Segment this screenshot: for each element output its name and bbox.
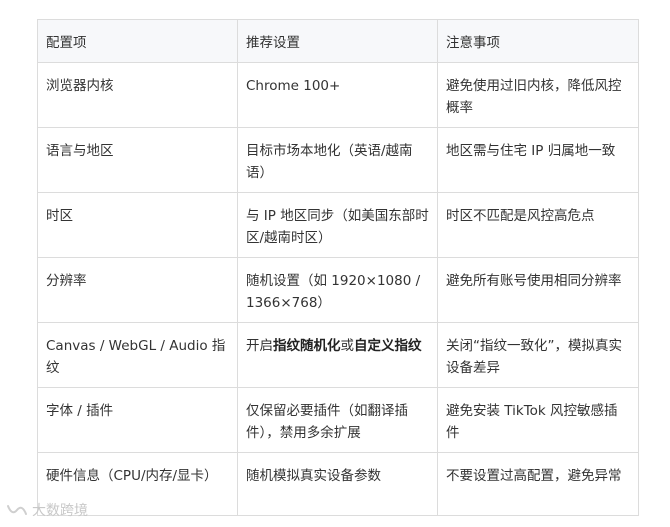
table-row: Canvas / WebGL / Audio 指纹 开启指纹随机化或自定义指纹 … [37, 322, 639, 388]
cell-setting: 随机设置（如 1920×1080 / 1366×768） [237, 257, 438, 323]
cell-setting: 与 IP 地区同步（如美国东部时区/越南时区） [237, 192, 438, 258]
cell-setting: 仅保留必要插件（如翻译插件），禁用多余扩展 [237, 387, 438, 453]
cell-item: 时区 [37, 192, 238, 258]
table-row: 硬件信息（CPU/内存/显卡） 随机模拟真实设备参数 不要设置过高配置，避免异常 [37, 452, 639, 516]
config-table-container: 配置项 推荐设置 注意事项 浏览器内核 Chrome 100+ 避免使用过旧内核… [37, 19, 639, 516]
cell-item: 语言与地区 [37, 127, 238, 193]
setting-bold-text: 自定义指纹 [354, 338, 422, 354]
cell-item: Canvas / WebGL / Audio 指纹 [37, 322, 238, 388]
cell-note: 时区不匹配是风控高危点 [437, 192, 639, 258]
brand-logo-icon [7, 505, 27, 515]
cell-setting: 随机模拟真实设备参数 [237, 452, 438, 516]
cell-setting: 目标市场本地化（英语/越南语） [237, 127, 438, 193]
cell-setting: 开启指纹随机化或自定义指纹 [237, 322, 438, 388]
cell-note: 避免安装 TikTok 风控敏感插件 [437, 387, 639, 453]
header-note: 注意事项 [437, 19, 639, 63]
cell-note: 避免使用过旧内核，降低风控概率 [437, 62, 639, 128]
watermark-text: 大数跨境 [32, 503, 88, 519]
setting-text: 或 [340, 338, 355, 354]
table-row: 语言与地区 目标市场本地化（英语/越南语） 地区需与住宅 IP 归属地一致 [37, 127, 639, 193]
cell-item: 字体 / 插件 [37, 387, 238, 453]
cell-note: 避免所有账号使用相同分辨率 [437, 257, 639, 323]
cell-setting: Chrome 100+ [237, 62, 438, 128]
table-row: 浏览器内核 Chrome 100+ 避免使用过旧内核，降低风控概率 [37, 62, 639, 128]
cell-item: 分辨率 [37, 257, 238, 323]
table-row: 分辨率 随机设置（如 1920×1080 / 1366×768） 避免所有账号使… [37, 257, 639, 323]
table-row: 字体 / 插件 仅保留必要插件（如翻译插件），禁用多余扩展 避免安装 TikTo… [37, 387, 639, 453]
cell-note: 关闭“指纹一致化”，模拟真实设备差异 [437, 322, 639, 388]
table-header-row: 配置项 推荐设置 注意事项 [37, 19, 639, 63]
cell-note: 不要设置过高配置，避免异常 [437, 452, 639, 516]
header-item: 配置项 [37, 19, 238, 63]
config-table: 配置项 推荐设置 注意事项 浏览器内核 Chrome 100+ 避免使用过旧内核… [37, 19, 639, 516]
setting-text: 开启 [246, 338, 273, 354]
cell-item: 浏览器内核 [37, 62, 238, 128]
header-setting: 推荐设置 [237, 19, 438, 63]
cell-note: 地区需与住宅 IP 归属地一致 [437, 127, 639, 193]
table-row: 时区 与 IP 地区同步（如美国东部时区/越南时区） 时区不匹配是风控高危点 [37, 192, 639, 258]
setting-bold-text: 指纹随机化 [273, 338, 341, 354]
watermark: 大数跨境 [6, 500, 88, 520]
